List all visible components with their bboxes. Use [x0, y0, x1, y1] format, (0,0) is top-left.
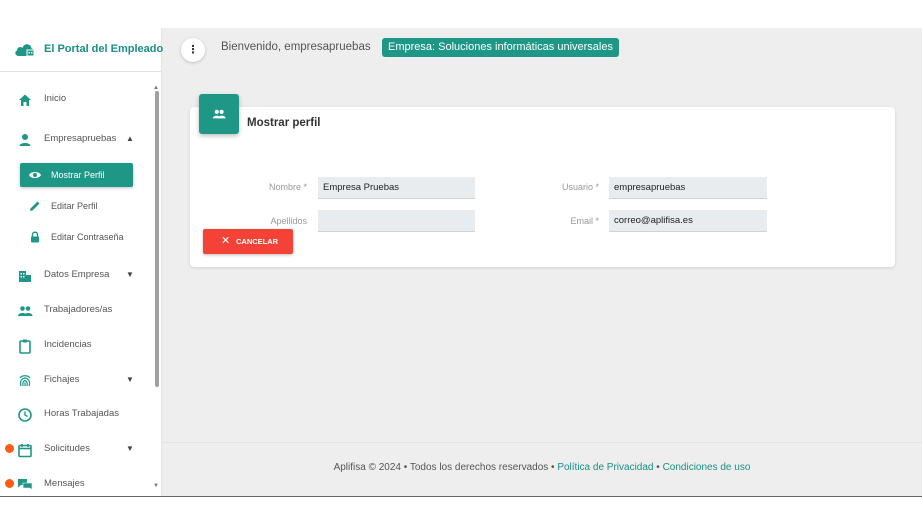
sidebar-item-empresapruebas[interactable]: Empresapruebas ▲	[0, 125, 152, 153]
building-icon	[19, 271, 31, 282]
sidebar-item-label: Mostrar Perfil	[51, 170, 105, 180]
company-badge: Empresa: Soluciones informáticas univers…	[382, 38, 619, 57]
scroll-down-icon[interactable]: ▼	[153, 483, 159, 489]
sidebar-item-incidencias[interactable]: Incidencias	[0, 331, 152, 359]
sidebar-item-label: Datos Empresa	[44, 269, 110, 280]
caret-down-icon: ▼	[126, 375, 134, 384]
apellidos-label: Apellidos	[270, 216, 307, 226]
eye-icon	[29, 172, 41, 178]
sidebar-item-label: Fichajes	[44, 374, 80, 385]
footer: Aplifisa © 2024 • Todos los derechos res…	[162, 462, 922, 473]
window-bottom-edge	[0, 496, 922, 497]
sidebar-item-label: Incidencias	[44, 339, 92, 350]
card-title: Mostrar perfil	[247, 117, 321, 129]
sidebar-item-label: Trabajadores/as	[44, 304, 113, 315]
mensajes-notification-dot	[5, 479, 14, 488]
sidebar-item-horas-trabajadas[interactable]: Horas Trabajadas	[0, 400, 152, 428]
person-icon	[19, 134, 31, 146]
sidebar-scrollbar[interactable]: ▲ ▼	[153, 85, 161, 493]
fingerprint-icon	[19, 375, 31, 387]
brand-title: El Portal del Empleado	[44, 43, 164, 55]
scrollbar-thumb[interactable]	[155, 91, 159, 387]
caret-down-icon: ▼	[126, 270, 134, 279]
app-window: El Portal del Empleado Inicio Empresapru…	[0, 28, 922, 496]
cloud-logo-icon	[15, 44, 35, 57]
nombre-label: Nombre *	[268, 182, 307, 192]
sidebar-item-solicitudes[interactable]: Solicitudes ▼	[0, 435, 152, 463]
more-vertical-icon: ⋮	[187, 44, 199, 56]
sidebar: El Portal del Empleado Inicio Empresapru…	[0, 28, 164, 496]
close-icon: ✕	[221, 235, 231, 247]
nombre-field[interactable]: Empresa Pruebas	[318, 177, 475, 199]
sidebar-item-label: Inicio	[44, 93, 67, 104]
brand[interactable]: El Portal del Empleado	[0, 28, 164, 72]
caret-down-icon: ▼	[126, 444, 134, 453]
footer-divider	[162, 442, 922, 443]
footer-separator: •	[653, 462, 663, 473]
lock-icon	[31, 231, 39, 243]
clock-icon	[18, 408, 32, 422]
apellidos-field[interactable]	[318, 210, 475, 232]
people-icon	[18, 306, 33, 316]
chat-icon	[18, 479, 33, 491]
sidebar-item-label: Solicitudes	[44, 443, 90, 454]
cancel-button-label: CANCELAR	[236, 237, 279, 246]
sidebar-item-datos-empresa[interactable]: Datos Empresa ▼	[0, 261, 152, 289]
sidebar-item-editar-contrasena[interactable]: Editar Contraseña	[20, 225, 133, 249]
sidebar-item-label: Empresapruebas	[44, 133, 117, 144]
welcome-text: Bienvenido, empresapruebas	[221, 41, 371, 53]
sidebar-item-editar-perfil[interactable]: Editar Perfil	[20, 194, 133, 218]
cancel-button[interactable]: ✕ CANCELAR	[203, 229, 293, 254]
sidebar-item-mostrar-perfil[interactable]: Mostrar Perfil	[20, 163, 133, 187]
people-icon	[212, 109, 226, 119]
card-header-icon	[199, 94, 239, 134]
email-label: Email *	[570, 216, 599, 226]
calendar-icon	[18, 444, 32, 458]
usuario-label: Usuario *	[561, 182, 599, 192]
usuario-field[interactable]: empresapruebas	[609, 177, 767, 199]
solicitudes-notification-dot	[5, 444, 14, 453]
home-icon	[19, 94, 31, 106]
profile-card: Mostrar perfil Nombre * Empresa Pruebas …	[190, 94, 895, 267]
sidebar-item-label: Mensajes	[44, 478, 85, 489]
email-field[interactable]: correo@aplifisa.es	[609, 210, 767, 232]
privacy-policy-link[interactable]: Política de Privacidad	[557, 462, 653, 473]
sidebar-item-label: Editar Perfil	[51, 201, 98, 211]
sidebar-item-label: Editar Contraseña	[51, 232, 124, 242]
clipboard-icon	[19, 339, 31, 354]
caret-up-icon: ▲	[126, 134, 134, 143]
terms-of-use-link[interactable]: Condiciones de uso	[663, 462, 751, 473]
menu-button[interactable]: ⋮	[181, 38, 205, 62]
sidebar-item-mensajes[interactable]: Mensajes	[0, 470, 152, 496]
pencil-icon	[30, 201, 40, 211]
sidebar-item-label: Horas Trabajadas	[44, 408, 119, 419]
sidebar-item-trabajadores[interactable]: Trabajadores/as	[0, 296, 152, 324]
sidebar-item-fichajes[interactable]: Fichajes ▼	[0, 366, 152, 394]
sidebar-item-inicio[interactable]: Inicio	[0, 85, 152, 113]
top-header: ⋮ Bienvenido, empresapruebas Empresa: So…	[162, 28, 922, 72]
footer-copyright: Aplifisa © 2024 • Todos los derechos res…	[333, 462, 558, 473]
